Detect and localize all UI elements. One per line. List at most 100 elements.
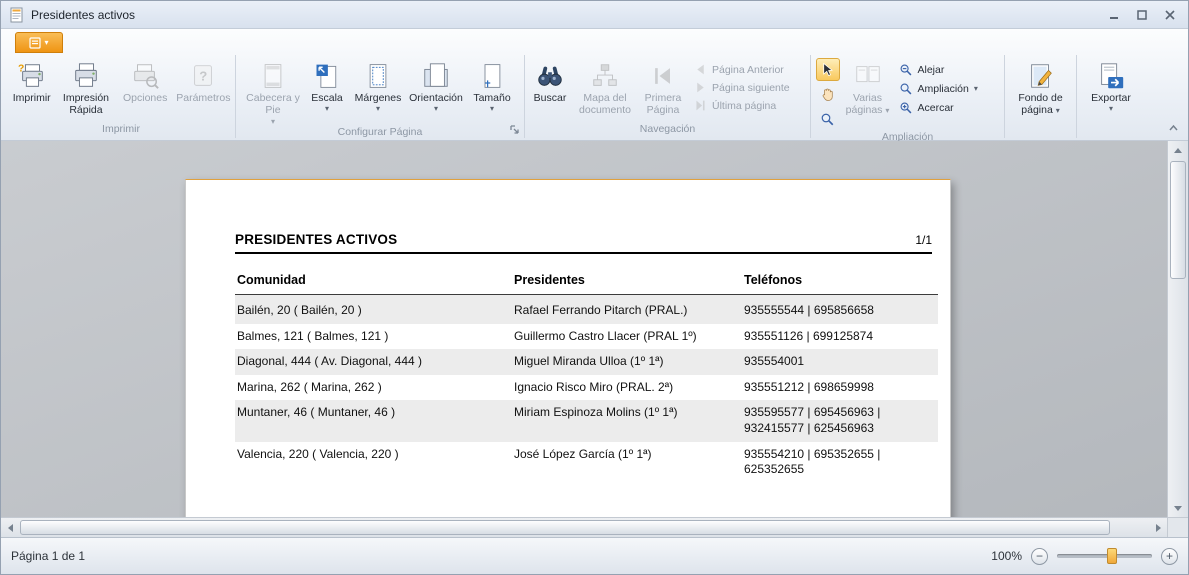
header-footer-icon <box>259 59 287 92</box>
table-header-row: Comunidad Presidentes Teléfonos <box>235 267 938 295</box>
zoom-out-icon <box>899 63 913 77</box>
report-table-body: Bailén, 20 ( Bailén, 20 )Rafael Ferrando… <box>235 295 938 483</box>
escala-button[interactable]: Escala▾ <box>304 56 350 126</box>
table-cell: Balmes, 121 ( Balmes, 121 ) <box>235 324 512 350</box>
exportar-button[interactable]: Exportar▾ <box>1083 56 1139 123</box>
table-cell: 935555544 | 695856658 <box>742 295 938 324</box>
zoom-in-icon <box>899 101 913 115</box>
varias-paginas-button[interactable]: Varias páginas ▾ <box>842 56 894 131</box>
ribbon-group-exportar: Exportar▾ <box>1077 55 1145 138</box>
last-page-icon <box>694 99 707 112</box>
preview-viewport[interactable]: PRESIDENTES ACTIVOS 1/1 Comunidad Presid… <box>1 141 1167 517</box>
scroll-up-arrow[interactable] <box>1168 141 1188 159</box>
report-table: Comunidad Presidentes Teléfonos Bailén, … <box>235 267 938 483</box>
pagina-anterior-button[interactable]: Página Anterior <box>690 62 808 77</box>
imprimir-button[interactable]: ? Imprimir <box>9 56 54 123</box>
ultima-pagina-button[interactable]: Última página <box>690 98 808 113</box>
margenes-button[interactable]: Márgenes▾ <box>351 56 405 126</box>
window-title: Presidentes activos <box>31 8 1102 22</box>
cabecera-y-pie-button[interactable]: Cabecera y Pie▾ <box>243 56 303 126</box>
next-page-icon <box>694 81 707 94</box>
alejar-button[interactable]: Alejar <box>895 62 1001 78</box>
zoom-out-button[interactable]: − <box>1031 548 1048 565</box>
table-cell: 935554210 | 695352655 | 625352655 <box>742 442 938 483</box>
svg-text:?: ? <box>200 68 208 83</box>
application-menu-icon <box>29 37 41 49</box>
document-map-icon <box>590 59 620 92</box>
collapse-ribbon-button[interactable] <box>1165 121 1181 135</box>
printer-options-icon <box>130 59 160 92</box>
maximize-button[interactable] <box>1130 6 1154 24</box>
ribbon-group-navegacion: Buscar Mapa del documento <box>525 55 811 138</box>
zoom-slider[interactable] <box>1057 554 1152 558</box>
report-title: PRESIDENTES ACTIVOS <box>235 232 397 247</box>
report-page: PRESIDENTES ACTIVOS 1/1 Comunidad Presid… <box>185 179 951 517</box>
dropdown-arrow-icon: ▾ <box>355 105 402 113</box>
report-header: PRESIDENTES ACTIVOS 1/1 <box>235 232 932 254</box>
export-icon <box>1096 59 1126 92</box>
vertical-scrollbar[interactable] <box>1167 141 1188 517</box>
ribbon-group-imprimir: ? Imprimir <box>7 55 236 138</box>
dialog-launcher-icon[interactable] <box>509 124 521 136</box>
report-document-icon <box>9 7 25 23</box>
vertical-scroll-thumb[interactable] <box>1170 161 1186 279</box>
dropdown-arrow-icon: ▾ <box>1056 106 1060 115</box>
printer-question-icon: ? <box>17 59 47 92</box>
table-cell: Rafael Ferrando Pitarch (PRAL.) <box>512 295 742 324</box>
mapa-del-documento-button[interactable]: Mapa del documento <box>574 56 636 123</box>
column-header-presidentes: Presidentes <box>512 267 742 295</box>
page-size-icon <box>478 59 506 92</box>
dropdown-arrow-icon: ▾ <box>409 105 463 113</box>
table-row: Bailén, 20 ( Bailén, 20 )Rafael Ferrando… <box>235 295 938 324</box>
dropdown-arrow-icon: ▾ <box>1091 105 1131 113</box>
scrollbar-corner <box>1167 517 1188 537</box>
impresion-rapida-button[interactable]: Impresión Rápida <box>55 56 116 123</box>
ribbon-group-configurar-pagina: Cabecera y Pie▾ Escala▾ <box>236 55 525 138</box>
zoom-in-button[interactable]: + <box>1161 548 1178 565</box>
table-cell: Guillermo Castro Llacer (PRAL 1º) <box>512 324 742 350</box>
multiple-pages-icon <box>853 59 883 92</box>
titlebar: Presidentes activos <box>1 1 1188 29</box>
previous-page-icon <box>694 63 707 76</box>
table-row: Muntaner, 46 ( Muntaner, 46 )Miriam Espi… <box>235 400 938 441</box>
scale-icon <box>313 59 341 92</box>
scroll-left-arrow[interactable] <box>1 518 19 537</box>
question-box-icon: ? <box>188 59 218 92</box>
page-count-label: Página 1 de 1 <box>11 549 85 563</box>
document-area: PRESIDENTES ACTIVOS 1/1 Comunidad Presid… <box>1 141 1188 537</box>
group-label-imprimir: Imprimir <box>9 123 233 138</box>
application-menu-button[interactable]: ▾ <box>15 32 63 53</box>
dropdown-arrow-icon: ▾ <box>44 39 48 47</box>
orientacion-button[interactable]: Orientación▾ <box>406 56 466 126</box>
table-row: Valencia, 220 ( Valencia, 220 )José Lópe… <box>235 442 938 483</box>
group-label-navegacion: Navegación <box>527 123 808 138</box>
horizontal-scrollbar[interactable] <box>1 517 1167 537</box>
ampliacion-button[interactable]: Ampliación ▾ <box>895 81 1001 97</box>
primera-pagina-button[interactable]: Primera Página <box>637 56 689 123</box>
magnifier-icon <box>820 112 835 127</box>
buscar-button[interactable]: Buscar <box>527 56 573 123</box>
zoom-slider-thumb[interactable] <box>1107 548 1117 564</box>
hand-tool-button[interactable] <box>816 83 840 106</box>
table-cell: Ignacio Risco Miro (PRAL. 2ª) <box>512 375 742 401</box>
table-row: Marina, 262 ( Marina, 262 )Ignacio Risco… <box>235 375 938 401</box>
opciones-button[interactable]: Opciones <box>118 56 173 123</box>
maximize-icon <box>1137 10 1147 20</box>
pointer-tool-button[interactable] <box>816 58 840 81</box>
zoom-tool-button[interactable] <box>816 108 840 131</box>
dropdown-arrow-icon: ▾ <box>974 85 978 93</box>
fondo-de-pagina-button[interactable]: Fondo de página ▾ <box>1010 56 1072 123</box>
close-button[interactable] <box>1158 6 1182 24</box>
pagina-siguiente-button[interactable]: Página siguiente <box>690 80 808 95</box>
tamano-button[interactable]: Tamaño▾ <box>467 56 517 126</box>
horizontal-scroll-thumb[interactable] <box>20 520 1110 535</box>
scroll-down-arrow[interactable] <box>1168 499 1188 517</box>
dropdown-arrow-icon: ▾ <box>885 106 889 115</box>
minimize-button[interactable] <box>1102 6 1126 24</box>
parametros-button[interactable]: ? Parámetros <box>174 56 233 123</box>
report-page-indicator: 1/1 <box>915 233 932 247</box>
print-preview-window: Presidentes activos ▾ <box>0 0 1189 575</box>
margins-icon <box>364 59 392 92</box>
acercar-button[interactable]: Acercar <box>895 100 1001 116</box>
scroll-right-arrow[interactable] <box>1149 518 1167 537</box>
